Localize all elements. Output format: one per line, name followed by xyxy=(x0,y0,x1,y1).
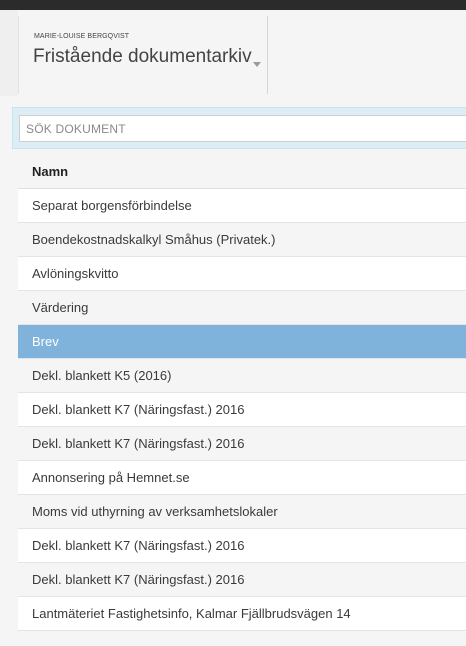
table-row[interactable]: Moms vid uthyrning av verksamhetslokaler xyxy=(18,495,466,529)
search-input[interactable] xyxy=(19,115,466,142)
column-header-name[interactable]: Namn xyxy=(18,155,466,189)
table-row[interactable]: Dekl. blankett K7 (Näringsfast.) 2016 xyxy=(18,563,466,597)
table-row[interactable]: Avlöningskvitto xyxy=(18,257,466,291)
search-bar xyxy=(12,107,466,149)
table-row[interactable]: Boendekostnadskalkyl Småhus (Privatek.) xyxy=(18,223,466,257)
table-row[interactable]: Dekl. blankett K7 (Näringsfast.) 2016 xyxy=(18,427,466,461)
table-row[interactable]: Brev xyxy=(18,325,466,359)
table-row[interactable]: Dekl. blankett K7 (Näringsfast.) 2016 xyxy=(18,393,466,427)
table-row[interactable]: Separat borgensförbindelse xyxy=(18,189,466,223)
table-row[interactable]: Dekl. blankett K7 (Näringsfast.) 2016 xyxy=(18,529,466,563)
document-list: Separat borgensförbindelse Boendekostnads… xyxy=(18,189,466,631)
table-row[interactable]: Dekl. blankett K5 (2016) xyxy=(18,359,466,393)
chevron-down-icon[interactable] xyxy=(253,62,261,67)
app-header: MARIE-LOUISE BERGQVIST Fristående dokume… xyxy=(0,10,466,96)
user-name: MARIE-LOUISE BERGQVIST xyxy=(34,33,130,40)
table-row[interactable]: Värdering xyxy=(18,291,466,325)
archive-selector[interactable]: MARIE-LOUISE BERGQVIST Fristående dokume… xyxy=(18,16,268,94)
header-left-edge xyxy=(0,10,18,96)
table-row[interactable]: Annonsering på Hemnet.se xyxy=(18,461,466,495)
table-row[interactable]: Lantmäteriet Fastighetsinfo, Kalmar Fjäl… xyxy=(18,597,466,631)
document-table: Namn Separat borgensförbindelse Boendekos… xyxy=(18,155,466,631)
archive-name: Fristående dokumentarkiv xyxy=(33,46,252,67)
top-bar xyxy=(0,0,466,10)
